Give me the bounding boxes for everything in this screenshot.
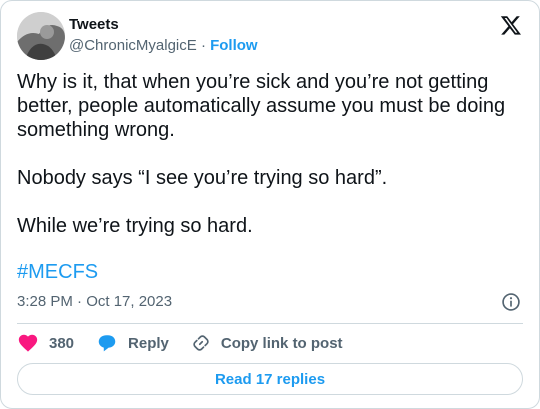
tweet-paragraph: Nobody says “I see you’re trying so hard… [17,167,388,189]
reply-button[interactable]: Reply [96,332,169,354]
separator-dot: · [200,37,206,54]
timestamp[interactable]: 3:28 PM · Oct 17, 2023 [17,293,172,310]
hashtag-link[interactable]: #MECFS [17,261,98,284]
handle[interactable]: @ChronicMyalgicE [69,37,197,54]
tweet-paragraph: Why is it, that when you’re sick and you… [17,71,506,141]
link-icon [193,335,209,351]
avatar-image [17,12,65,60]
tweet-card: Tweets @ChronicMyalgicE · Follow Why is … [0,0,540,409]
read-replies-label: Read 17 replies [214,370,326,388]
heart-icon [18,334,38,352]
like-button[interactable]: 380 [17,332,74,354]
avatar[interactable] [17,12,65,60]
info-icon[interactable] [501,292,521,312]
tweet-paragraph: While we’re trying so hard. [17,215,253,237]
action-bar: 380 Reply Copy link to post [17,332,365,354]
reply-bubble-icon [98,335,116,352]
read-replies-button[interactable]: Read 17 replies [17,363,523,395]
divider [17,323,523,324]
follow-button[interactable]: Follow [210,37,258,54]
handle-row: @ChronicMyalgicE · Follow [69,37,258,54]
copy-link-button[interactable]: Copy link to post [191,333,343,353]
reply-label: Reply [128,334,169,352]
x-logo-icon[interactable] [500,14,522,36]
display-name[interactable]: Tweets [69,16,119,33]
tweet-text: Why is it, that when you’re sick and you… [17,70,517,238]
copy-link-label: Copy link to post [220,334,343,352]
like-count: 380 [49,334,75,352]
